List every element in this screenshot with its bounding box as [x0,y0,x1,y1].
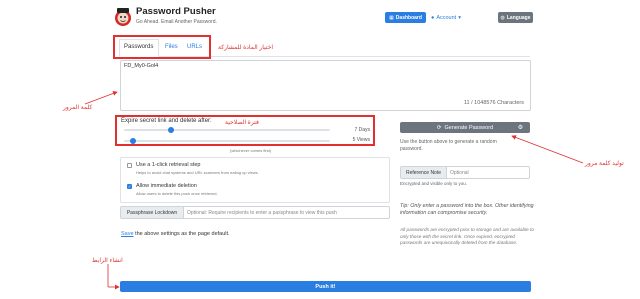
annotation-password: كلمة المرور [63,105,93,111]
account-dropdown[interactable]: ● Account ▾ [431,12,461,23]
dashboard-button[interactable]: ▦ Dashboard [385,12,426,23]
annotation-tabs: اختيار المادة للمشاركة [218,45,274,51]
reference-note-group: Reference Note Optional [400,166,530,179]
reference-note-help: Encrypted and visible only to you. [400,181,468,186]
brand-title[interactable]: Password Pusher [136,6,216,17]
one-click-title: Use a 1-click retrieval step [136,162,201,168]
arrow-generate [511,135,584,164]
security-tip: Tip: Only enter a password into the box.… [400,203,534,216]
password-value: FD_My0-Gol4 [124,63,159,69]
allow-deletion-checkbox[interactable]: ✓ [127,184,132,189]
encryption-info: All passwords are encrypted prior to sto… [400,227,534,245]
save-settings-link[interactable]: Save [121,231,134,237]
generate-password-button[interactable]: ⟳ Generate Password [400,122,530,133]
generate-password-label: Generate Password [444,124,494,131]
generator-help: Use the button above to generate a rando… [400,139,497,152]
tabs-highlight-box [113,35,211,59]
refresh-icon: ⟳ [436,124,442,131]
save-settings-text: the above settings as the page default. [133,231,230,237]
push-it-button[interactable]: Push it! [120,281,531,292]
language-label: Language [506,14,531,21]
character-count: 11 / 1048576 Characters [463,100,524,106]
annotation-arrows [84,91,584,290]
reference-note-label: Reference Note [401,167,447,178]
reference-note-input[interactable]: Optional [447,167,529,178]
allow-deletion-title: Allow immediate deletion [136,183,197,189]
annotation-push: انشاء الرابط [92,258,123,264]
account-label: Account [436,14,457,21]
dashboard-icon: ▦ [389,14,394,21]
pusher-logo-icon [115,8,131,26]
passphrase-label: Passphrase Lockdown [121,207,184,218]
brand-subtitle: Go Ahead. Email Another Password. [136,19,217,25]
one-click-help: Helps to avoid chat systems and URL scan… [136,170,259,175]
save-settings-line: Save the above settings as the page defa… [121,231,230,237]
expire-highlight-box [115,115,375,146]
passphrase-input[interactable]: Optional: Require recipients to enter a … [184,207,389,218]
generator-settings-gear-icon[interactable]: ⚙ [515,122,526,133]
dashboard-label: Dashboard [395,14,422,21]
allow-deletion-help: Allow users to delete this push once ret… [136,191,218,196]
user-icon: ● [431,14,435,21]
language-button[interactable]: ◍ Language [498,12,533,23]
annotation-generate: توليد كلمة مرور [585,161,624,167]
one-click-checkbox[interactable] [127,163,132,168]
arrow-password [84,91,118,105]
chevron-down-icon: ▾ [458,14,461,21]
globe-icon: ◍ [500,14,505,21]
whichever-note: (whichever comes first) [230,148,272,153]
passphrase-group: Passphrase Lockdown Optional: Require re… [120,206,390,219]
